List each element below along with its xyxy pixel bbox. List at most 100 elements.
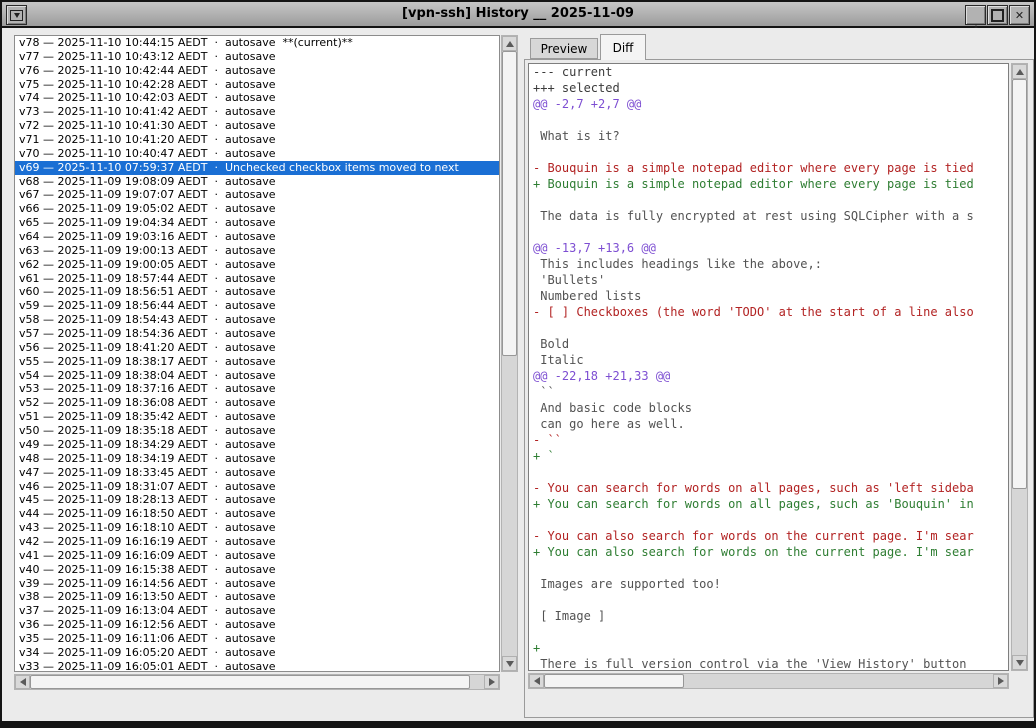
- diff-line: + You can also search for words on the c…: [529, 544, 1008, 560]
- list-item[interactable]: v59 — 2025-11-09 18:56:44 AEDT · autosav…: [15, 299, 499, 313]
- list-item[interactable]: v43 — 2025-11-09 16:18:10 AEDT · autosav…: [15, 521, 499, 535]
- list-item[interactable]: v41 — 2025-11-09 16:16:09 AEDT · autosav…: [15, 549, 499, 563]
- list-item[interactable]: v57 — 2025-11-09 18:54:36 AEDT · autosav…: [15, 327, 499, 341]
- list-item[interactable]: v49 — 2025-11-09 18:34:29 AEDT · autosav…: [15, 438, 499, 452]
- list-item[interactable]: v54 — 2025-11-09 18:38:04 AEDT · autosav…: [15, 369, 499, 383]
- diff-scroll-down-button[interactable]: [1012, 655, 1027, 670]
- diff-line: + Bouquin is a simple notepad editor whe…: [529, 176, 1008, 192]
- list-item[interactable]: v68 — 2025-11-09 19:08:09 AEDT · autosav…: [15, 175, 499, 189]
- window-titlebar[interactable]: [vpn-ssh] History __ 2025-11-09 ✕: [2, 2, 1034, 28]
- list-item[interactable]: v44 — 2025-11-09 16:18:50 AEDT · autosav…: [15, 507, 499, 521]
- list-item[interactable]: v77 — 2025-11-10 10:43:12 AEDT · autosav…: [15, 50, 499, 64]
- list-item[interactable]: v64 — 2025-11-09 19:03:16 AEDT · autosav…: [15, 230, 499, 244]
- list-horizontal-scrollbar[interactable]: [14, 674, 500, 690]
- list-vertical-scrollbar[interactable]: [501, 35, 518, 672]
- diff-text-area[interactable]: --- current+++ selected@@ -2,7 +2,7 @@ W…: [528, 63, 1009, 671]
- diff-line: can go here as well.: [529, 416, 1008, 432]
- list-item[interactable]: v35 — 2025-11-09 16:11:06 AEDT · autosav…: [15, 632, 499, 646]
- list-item[interactable]: v56 — 2025-11-09 18:41:20 AEDT · autosav…: [15, 341, 499, 355]
- scroll-right-icon: [489, 678, 495, 686]
- list-item[interactable]: v63 — 2025-11-09 19:00:13 AEDT · autosav…: [15, 244, 499, 258]
- scroll-right-icon: [998, 677, 1004, 685]
- list-item[interactable]: v69 — 2025-11-10 07:59:37 AEDT · Uncheck…: [15, 161, 499, 175]
- diff-line: [529, 112, 1008, 128]
- list-item[interactable]: v36 — 2025-11-09 16:12:56 AEDT · autosav…: [15, 618, 499, 632]
- list-item[interactable]: v67 — 2025-11-09 19:07:07 AEDT · autosav…: [15, 188, 499, 202]
- list-item[interactable]: v62 — 2025-11-09 19:00:05 AEDT · autosav…: [15, 258, 499, 272]
- diff-line: - Bouquin is a simple notepad editor whe…: [529, 160, 1008, 176]
- diff-line: +++ selected: [529, 80, 1008, 96]
- diff-scroll-right-button[interactable]: [993, 674, 1008, 688]
- list-item[interactable]: v55 — 2025-11-09 18:38:17 AEDT · autosav…: [15, 355, 499, 369]
- list-item[interactable]: v48 — 2025-11-09 18:34:19 AEDT · autosav…: [15, 452, 499, 466]
- tab-diff[interactable]: Diff: [600, 34, 646, 60]
- list-item[interactable]: v70 — 2025-11-10 10:40:47 AEDT · autosav…: [15, 147, 499, 161]
- list-item[interactable]: v53 — 2025-11-09 18:37:16 AEDT · autosav…: [15, 382, 499, 396]
- diff-scroll-left-button[interactable]: [529, 674, 544, 688]
- list-scroll-up-button[interactable]: [502, 36, 517, 51]
- list-item[interactable]: v45 — 2025-11-09 18:28:13 AEDT · autosav…: [15, 493, 499, 507]
- list-item[interactable]: v42 — 2025-11-09 16:16:19 AEDT · autosav…: [15, 535, 499, 549]
- list-item[interactable]: v52 — 2025-11-09 18:36:08 AEDT · autosav…: [15, 396, 499, 410]
- list-item[interactable]: v61 — 2025-11-09 18:57:44 AEDT · autosav…: [15, 272, 499, 286]
- list-item[interactable]: v33 — 2025-11-09 16:05:01 AEDT · autosav…: [15, 660, 499, 672]
- list-item[interactable]: v73 — 2025-11-10 10:41:42 AEDT · autosav…: [15, 105, 499, 119]
- scroll-down-icon: [506, 661, 514, 667]
- diff-pane: --- current+++ selected@@ -2,7 +2,7 @@ W…: [524, 59, 1034, 718]
- diff-lines: --- current+++ selected@@ -2,7 +2,7 @@ W…: [529, 64, 1008, 671]
- history-window: [vpn-ssh] History __ 2025-11-09 ✕ v78 — …: [0, 0, 1036, 728]
- list-item[interactable]: v66 — 2025-11-09 19:05:02 AEDT · autosav…: [15, 202, 499, 216]
- list-hscroll-thumb[interactable]: [30, 675, 470, 689]
- list-scroll-right-button[interactable]: [484, 675, 499, 689]
- list-item[interactable]: v72 — 2025-11-10 10:41:30 AEDT · autosav…: [15, 119, 499, 133]
- scroll-up-icon: [1016, 69, 1024, 75]
- maximize-button[interactable]: [987, 5, 1008, 25]
- list-item[interactable]: v74 — 2025-11-10 10:42:03 AEDT · autosav…: [15, 91, 499, 105]
- diff-line: +: [529, 640, 1008, 656]
- list-item[interactable]: v71 — 2025-11-10 10:41:20 AEDT · autosav…: [15, 133, 499, 147]
- diff-line: This includes headings like the above,:: [529, 256, 1008, 272]
- diff-line: Images are supported too!: [529, 576, 1008, 592]
- diff-line: What is it?: [529, 128, 1008, 144]
- list-item[interactable]: v75 — 2025-11-10 10:42:28 AEDT · autosav…: [15, 78, 499, 92]
- diff-scroll-up-button[interactable]: [1012, 64, 1027, 79]
- diff-line: - You can search for words on all pages,…: [529, 480, 1008, 496]
- diff-line: [ Image ]: [529, 608, 1008, 624]
- scroll-left-icon: [20, 678, 26, 686]
- list-scroll-left-button[interactable]: [15, 675, 30, 689]
- list-item[interactable]: v60 — 2025-11-09 18:56:51 AEDT · autosav…: [15, 285, 499, 299]
- window-title: [vpn-ssh] History __ 2025-11-09: [2, 6, 1034, 21]
- diff-line: @@ -22,18 +21,33 @@: [529, 368, 1008, 384]
- diff-vscroll-thumb[interactable]: [1012, 79, 1027, 489]
- diff-line: Numbered lists: [529, 288, 1008, 304]
- list-scroll-down-button[interactable]: [502, 656, 517, 671]
- version-list: v78 — 2025-11-10 10:44:15 AEDT · autosav…: [14, 35, 519, 690]
- diff-line: And basic code blocks: [529, 400, 1008, 416]
- list-item[interactable]: v58 — 2025-11-09 18:54:43 AEDT · autosav…: [15, 313, 499, 327]
- list-item[interactable]: v76 — 2025-11-10 10:42:44 AEDT · autosav…: [15, 64, 499, 78]
- list-vscroll-thumb[interactable]: [502, 51, 517, 356]
- tab-preview[interactable]: Preview: [530, 38, 598, 59]
- list-item[interactable]: v46 — 2025-11-09 18:31:07 AEDT · autosav…: [15, 480, 499, 494]
- list-item[interactable]: v51 — 2025-11-09 18:35:42 AEDT · autosav…: [15, 410, 499, 424]
- diff-vertical-scrollbar[interactable]: [1011, 63, 1028, 671]
- diff-line: - ``: [529, 432, 1008, 448]
- list-item[interactable]: v40 — 2025-11-09 16:15:38 AEDT · autosav…: [15, 563, 499, 577]
- list-item[interactable]: v50 — 2025-11-09 18:35:18 AEDT · autosav…: [15, 424, 499, 438]
- list-item[interactable]: v47 — 2025-11-09 18:33:45 AEDT · autosav…: [15, 466, 499, 480]
- diff-hscroll-thumb[interactable]: [544, 674, 684, 688]
- list-item[interactable]: v65 — 2025-11-09 19:04:34 AEDT · autosav…: [15, 216, 499, 230]
- close-window-button[interactable]: ✕: [1009, 5, 1030, 25]
- list-item[interactable]: v37 — 2025-11-09 16:13:04 AEDT · autosav…: [15, 604, 499, 618]
- list-item[interactable]: v39 — 2025-11-09 16:14:56 AEDT · autosav…: [15, 577, 499, 591]
- list-item[interactable]: v78 — 2025-11-10 10:44:15 AEDT · autosav…: [15, 36, 499, 50]
- list-item[interactable]: v34 — 2025-11-09 16:05:20 AEDT · autosav…: [15, 646, 499, 660]
- diff-horizontal-scrollbar[interactable]: [528, 673, 1009, 689]
- diff-line: [529, 464, 1008, 480]
- version-listbox[interactable]: v78 — 2025-11-10 10:44:15 AEDT · autosav…: [14, 35, 500, 672]
- shade-button[interactable]: [965, 5, 986, 25]
- diff-line: - [ ] Checkboxes (the word 'TODO' at the…: [529, 304, 1008, 320]
- close-icon: ✕: [1015, 10, 1024, 21]
- list-item[interactable]: v38 — 2025-11-09 16:13:50 AEDT · autosav…: [15, 590, 499, 604]
- diff-line: There is full version control via the 'V…: [529, 656, 1008, 671]
